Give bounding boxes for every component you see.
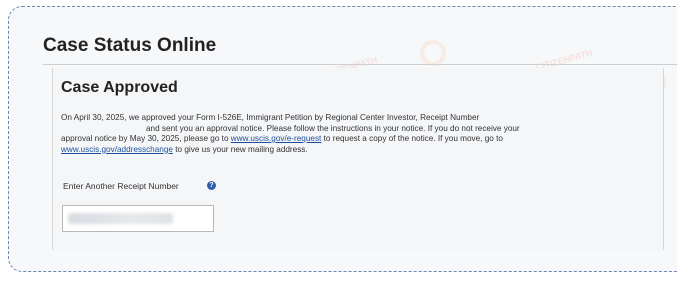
page-title: Case Status Online	[43, 35, 217, 56]
description-line-4: to give us your new mailing address.	[172, 144, 308, 154]
address-change-link[interactable]: www.uscis.gov/addresschange	[61, 145, 173, 154]
e-request-link[interactable]: www.uscis.gov/e-request	[231, 134, 322, 143]
description-line-2: and sent you an approval notice. Please …	[146, 123, 520, 133]
description-line-3a: approval notice by May 30, 2025, please …	[61, 134, 231, 143]
description-line-3b: to request a copy of the notice. If you …	[321, 134, 503, 143]
title-divider	[43, 64, 677, 65]
question-circle-icon[interactable]: ?	[207, 181, 216, 190]
case-status-description: On April 30, 2025, we approved your Form…	[61, 113, 646, 155]
redacted-value	[68, 213, 173, 224]
case-status-heading: Case Approved	[61, 79, 178, 96]
receipt-number-label: Enter Another Receipt Number	[63, 181, 179, 191]
receipt-number-input[interactable]	[62, 205, 214, 232]
description-line-1: On April 30, 2025, we approved your Form…	[61, 113, 480, 122]
